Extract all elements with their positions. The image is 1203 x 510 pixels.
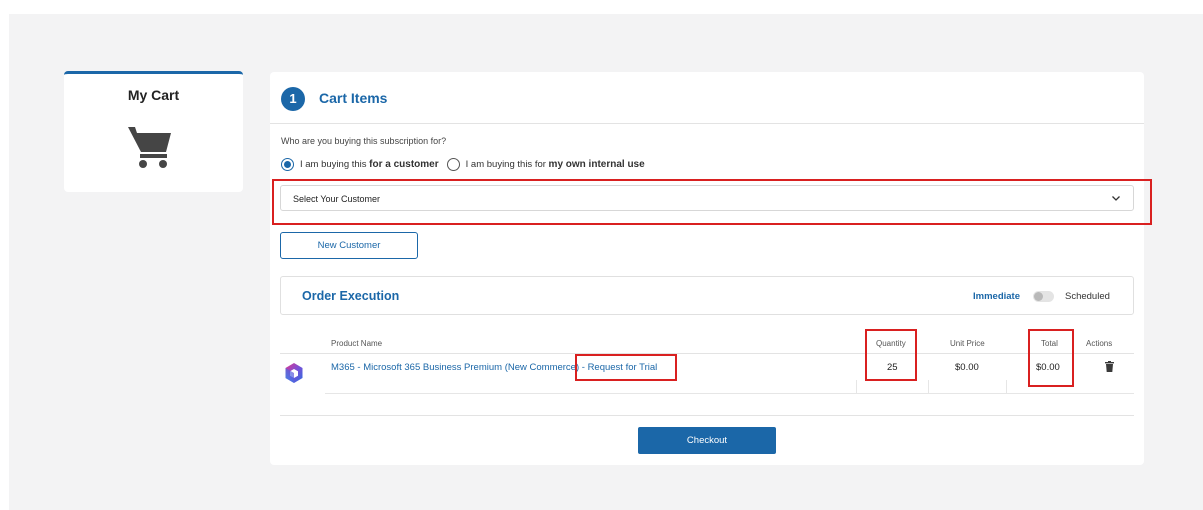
highlight-box-customer-select — [272, 179, 1152, 225]
divider — [280, 415, 1134, 416]
table-row-divider — [325, 393, 1134, 394]
step-number-badge: 1 — [281, 87, 305, 111]
unit-price-value: $0.00 — [955, 362, 979, 373]
buyer-question: Who are you buying this subscription for… — [281, 136, 447, 146]
radio-internal-use[interactable]: I am buying this for my own internal use — [446, 158, 645, 171]
column-separator — [1006, 380, 1007, 393]
column-header-actions: Actions — [1086, 339, 1113, 348]
microsoft-365-logo-icon — [285, 363, 303, 383]
shopping-cart-icon — [128, 127, 171, 168]
divider — [270, 123, 1144, 124]
radio-for-customer-label: I am buying this for a customer — [300, 159, 439, 170]
column-separator — [928, 380, 929, 393]
immediate-label: Immediate — [973, 291, 1020, 302]
column-separator — [856, 380, 857, 393]
cart-items-title: Cart Items — [319, 90, 388, 106]
new-customer-button[interactable]: New Customer — [280, 232, 418, 259]
radio-for-customer[interactable]: I am buying this for a customer — [281, 158, 439, 171]
highlight-box-quantity — [865, 329, 917, 381]
table-header-divider — [280, 353, 1134, 354]
radio-internal-use-label: I am buying this for my own internal use — [465, 159, 645, 170]
trash-icon[interactable] — [1105, 361, 1114, 372]
highlight-box-trial — [575, 354, 677, 381]
cart-items-panel — [270, 72, 1144, 465]
buyer-radio-group: I am buying this for a customer I am buy… — [281, 158, 645, 171]
my-cart-title: My Cart — [127, 87, 180, 103]
scheduled-label: Scheduled — [1065, 291, 1110, 302]
radio-internal-use-control[interactable] — [446, 158, 460, 171]
column-header-unit-price: Unit Price — [950, 339, 985, 348]
execution-toggle-knob[interactable] — [1034, 292, 1043, 301]
radio-for-customer-control[interactable] — [281, 158, 294, 171]
order-execution-title: Order Execution — [302, 289, 400, 303]
column-header-product: Product Name — [331, 339, 383, 348]
product-name-text: M365 - Microsoft 365 Business Premium (N… — [331, 362, 580, 373]
checkout-button[interactable]: Checkout — [638, 427, 776, 454]
highlight-box-total — [1028, 329, 1074, 387]
